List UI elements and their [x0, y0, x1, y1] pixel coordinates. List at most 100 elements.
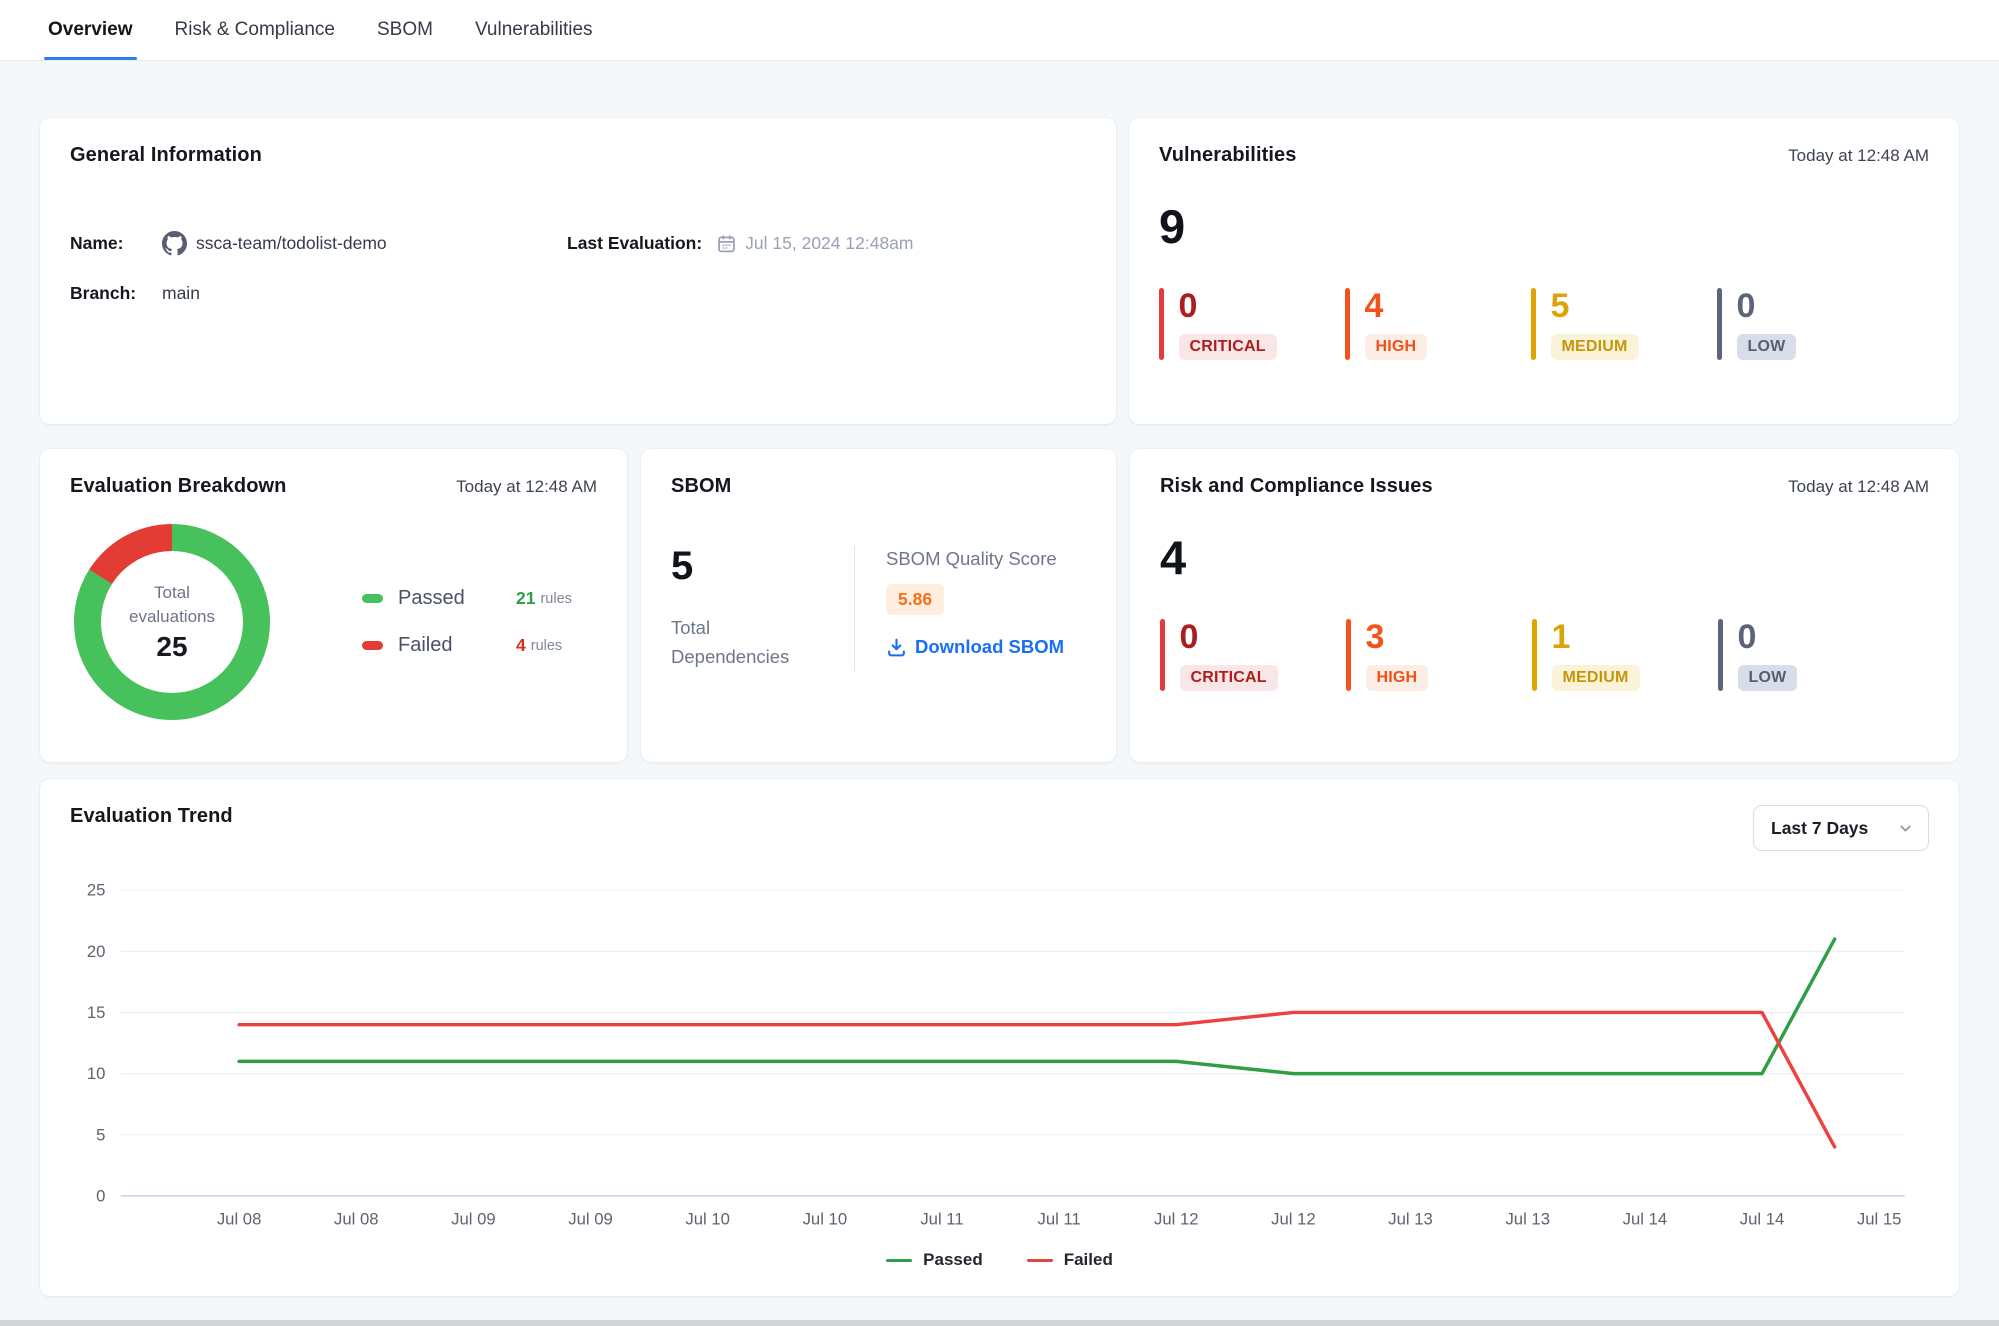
legend-label: Failed: [398, 634, 494, 657]
x-axis-tick-label: Jul 09: [451, 1209, 496, 1228]
x-axis-tick-label: Jul 14: [1623, 1209, 1668, 1228]
donut-center-value: 25: [156, 631, 187, 663]
failed-pill-icon: [362, 641, 383, 650]
severity-content: 1 MEDIUM: [1537, 619, 1640, 691]
tab-overview[interactable]: Overview: [48, 0, 133, 60]
tab-risk-compliance[interactable]: Risk & Compliance: [175, 0, 336, 60]
severity-content: 0 CRITICAL: [1165, 619, 1278, 691]
risk-compliance-card: Risk and Compliance Issues Today at 12:4…: [1130, 449, 1959, 762]
tab-label: Risk & Compliance: [175, 19, 336, 41]
severity-item-medium: 1 MEDIUM: [1532, 619, 1718, 691]
tab-label: Vulnerabilities: [475, 19, 593, 41]
breakdown-legend-item-failed: Failed4rules: [362, 634, 572, 657]
severity-badge: CRITICAL: [1180, 665, 1278, 691]
x-axis-tick-label: Jul 12: [1271, 1209, 1316, 1228]
severity-content: 3HIGH: [1351, 619, 1429, 691]
severity-badge: LOW: [1737, 334, 1797, 360]
severity-badge: LOW: [1738, 665, 1798, 691]
tab-bar: Overview Risk & Compliance SBOM Vulnerabili…: [0, 0, 1999, 61]
repo-name-row: Name: ssca-team/todolist-demo: [70, 231, 567, 256]
chevron-down-icon: [1897, 820, 1914, 837]
severity-content: 0LOW: [1722, 288, 1797, 360]
sbom-quality-label: SBOM Quality Score: [886, 548, 1064, 570]
trend-range-value: Last 7 Days: [1771, 818, 1868, 839]
severity-content: 5 MEDIUM: [1536, 288, 1639, 360]
evaluation-trend-card: Evaluation Trend Last 7 Days 0510152025J…: [40, 779, 1959, 1296]
vulnerabilities-total: 9: [1159, 203, 1929, 250]
last-evaluation-row: Last Evaluation: Jul 15, 2024 12:48am: [567, 231, 1086, 256]
trend-legend-label: Failed: [1064, 1250, 1113, 1270]
sbom-total-label: Total Dependencies: [671, 614, 806, 671]
x-axis-tick-label: Jul 10: [685, 1209, 730, 1228]
active-tab-underline: [44, 57, 137, 61]
y-axis-tick-label: 0: [96, 1186, 105, 1205]
severity-item-medium: 5 MEDIUM: [1531, 288, 1717, 360]
severity-count: 1: [1552, 619, 1571, 656]
branch-value: main: [162, 283, 200, 304]
legend-count: 21: [516, 588, 535, 609]
sbom-divider: [854, 546, 855, 671]
x-axis-tick-label: Jul 09: [568, 1209, 613, 1228]
legend-unit: rules: [540, 591, 571, 607]
x-axis-tick-label: Jul 10: [803, 1209, 848, 1228]
x-axis-tick-label: Jul 08: [217, 1209, 262, 1228]
evaluation-breakdown-card: Evaluation Breakdown Today at 12:48 AM T…: [40, 449, 627, 762]
x-axis-tick-label: Jul 13: [1505, 1209, 1550, 1228]
x-axis-tick-label: Jul 13: [1388, 1209, 1433, 1228]
general-information-card: General Information Name: ssca-team/todo…: [40, 118, 1116, 424]
donut-center: Total evaluations 25: [101, 551, 243, 693]
sbom-total-block: 5 Total Dependencies: [671, 546, 854, 671]
severity-count: 0: [1180, 619, 1199, 656]
legend-unit: rules: [531, 638, 562, 654]
severity-badge: MEDIUM: [1552, 665, 1640, 691]
sbom-title: SBOM: [671, 475, 731, 498]
breakdown-legend: Passed21rulesFailed4rules: [362, 587, 572, 657]
severity-item-critical: 0 CRITICAL: [1160, 619, 1346, 691]
severity-item-low: 0LOW: [1717, 288, 1903, 360]
x-axis-tick-label: Jul 11: [1037, 1209, 1080, 1228]
passed-line-icon: [886, 1259, 912, 1263]
download-sbom-label: Download SBOM: [915, 636, 1064, 658]
branch-row: Branch: main: [70, 283, 567, 304]
x-axis-tick-label: Jul 15: [1857, 1209, 1902, 1228]
severity-count: 4: [1365, 288, 1384, 325]
general-information-title: General Information: [70, 144, 262, 167]
severity-count: 0: [1738, 619, 1757, 656]
vulnerabilities-timestamp: Today at 12:48 AM: [1788, 146, 1929, 166]
risk-compliance-title: Risk and Compliance Issues: [1160, 475, 1433, 498]
y-axis-tick-label: 20: [87, 942, 106, 961]
trend-legend-item-failed: Failed: [1027, 1250, 1113, 1270]
x-axis-tick-label: Jul 14: [1740, 1209, 1785, 1228]
trend-line-failed: [239, 1012, 1835, 1147]
passed-pill-icon: [362, 594, 383, 603]
sbom-total-value: 5: [671, 546, 854, 586]
severity-badge: HIGH: [1365, 334, 1428, 360]
sbom-card: SBOM 5 Total Dependencies SBOM Quality S…: [641, 449, 1116, 762]
tab-sbom[interactable]: SBOM: [377, 0, 433, 60]
severity-count: 5: [1551, 288, 1570, 325]
last-evaluation-value: Jul 15, 2024 12:48am: [745, 233, 913, 254]
trend-range-dropdown[interactable]: Last 7 Days: [1753, 805, 1929, 851]
severity-item-low: 0 LOW: [1718, 619, 1904, 691]
download-sbom-link[interactable]: Download SBOM: [886, 636, 1064, 658]
y-axis-tick-label: 10: [87, 1064, 106, 1083]
repo-name-link[interactable]: ssca-team/todolist-demo: [196, 233, 387, 254]
legend-label: Passed: [398, 587, 494, 610]
vulnerabilities-title: Vulnerabilities: [1159, 144, 1296, 167]
sbom-quality-score-badge: 5.86: [886, 584, 944, 615]
severity-badge: MEDIUM: [1551, 334, 1639, 360]
tab-label: Overview: [48, 19, 133, 41]
calendar-icon: [716, 233, 737, 254]
x-axis-tick-label: Jul 12: [1154, 1209, 1199, 1228]
risk-compliance-total: 4: [1160, 534, 1929, 581]
donut-center-label: Total evaluations: [117, 581, 227, 629]
trend-line-passed: [239, 939, 1835, 1074]
vulnerabilities-severity-row: 0CRITICAL 4 HIGH 5 MEDIUM 0LOW: [1159, 288, 1929, 360]
tab-vulnerabilities[interactable]: Vulnerabilities: [475, 0, 593, 60]
window-bottom-strip: [0, 1320, 1999, 1326]
severity-item-critical: 0CRITICAL: [1159, 288, 1345, 360]
risk-compliance-severity-row: 0 CRITICAL 3HIGH 1 MEDIUM 0 LOW: [1160, 619, 1929, 691]
branch-label: Branch:: [70, 283, 148, 304]
evaluation-breakdown-title: Evaluation Breakdown: [70, 475, 287, 498]
github-icon: [162, 231, 187, 256]
